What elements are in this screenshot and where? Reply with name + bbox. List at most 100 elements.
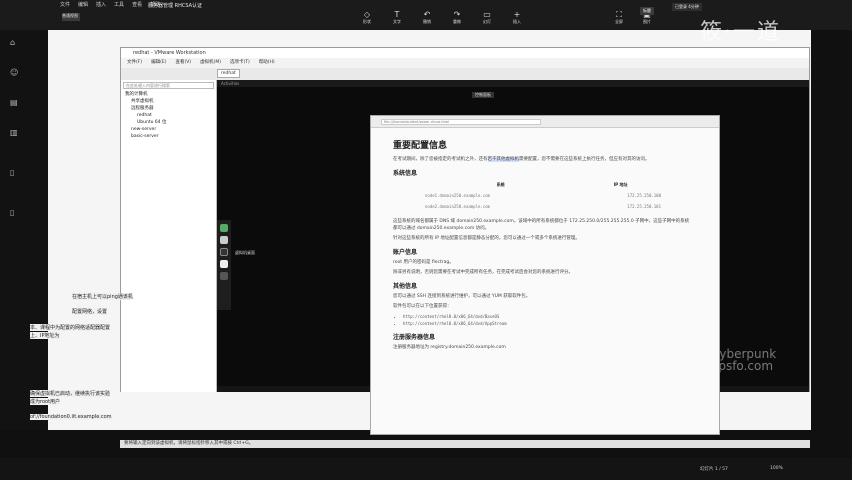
view-mode-tab[interactable]: 普通视图 [62, 13, 80, 21]
add-icon: + [513, 10, 521, 19]
login-badge: 已登录 4分钟 [672, 3, 702, 11]
people-icon[interactable]: ☺ [10, 68, 22, 78]
vmware-title: redhat - VMware Workstation [121, 48, 809, 58]
vm-menu-tabs[interactable]: 选项卡(T) [230, 58, 250, 68]
dns-paragraph: 这些系统的域名都属于 DNS 域 domain250.example.com，该… [393, 219, 690, 231]
guest-dock [217, 220, 231, 310]
note-line: 成为root用户 [30, 398, 61, 405]
browser-icon[interactable] [220, 224, 228, 232]
menu-insert[interactable]: 插入 [96, 1, 106, 8]
document-content: 重要配置信息 在考试期间，除了您被指定的考试机之外，还有若干其他虚拟机需要配置，… [393, 138, 693, 354]
vm-menu-help[interactable]: 帮助(H) [259, 58, 275, 68]
doc-title: 重要配置信息 [393, 141, 448, 151]
terminal-icon[interactable] [220, 248, 228, 256]
vm-menu-file[interactable]: 文件(F) [127, 58, 142, 68]
vmware-status-bar: 要将输入定向到该虚拟机，请将鼠标指针移入其中或按 Ctrl+G。 [120, 440, 810, 448]
other-paragraph: 您可以通过 SSH 连接到系统进行维护，可以通过 YUM 获取软件包。 [393, 294, 531, 299]
col-ip: IP 地址 [613, 182, 628, 187]
file-icon[interactable]: ▯ [10, 168, 22, 178]
col-system: 系统 [496, 182, 505, 187]
cell-ip: 172.25.250.100 [627, 193, 661, 198]
vm-menu-view[interactable]: 查看(V) [175, 58, 191, 68]
undo-button[interactable]: ↶ 撤销 [420, 10, 434, 25]
host-title: 服务器管理 RHCSA认证 [148, 3, 203, 9]
text-icon: T [394, 10, 400, 19]
guest-center-label: 控制面板 [472, 92, 494, 98]
note-line: 配置网络，设置 [72, 308, 108, 315]
heading-account: 账户信息 [393, 249, 418, 256]
table-row: node1.domain250.example.com 172.25.250.1… [423, 190, 663, 201]
home-icon[interactable]: ⌂ [10, 38, 22, 48]
library-item[interactable]: 我的计算机 [121, 91, 216, 98]
note-line: 上、IP地址为 [30, 332, 60, 339]
tab-redhat[interactable]: redhat [217, 69, 240, 78]
text-button[interactable]: T 文字 [390, 10, 404, 25]
file-icon-2[interactable]: ▯ [10, 208, 22, 218]
table-row: node2.domain250.example.com 172.25.250.1… [423, 201, 663, 212]
intro-paragraph: 在考试期间，除了您被指定的考试机之外，还有若干其他虚拟机需要配置，您不需要在这些… [393, 157, 650, 162]
host-menu-bar: 文件 编辑 插入 工具 查看 帮助 [60, 1, 160, 8]
redo-icon: ↷ [453, 10, 461, 19]
host-sidebar: ⌂ ☺ ▤ ▥ ▯ ▯ [0, 30, 48, 430]
library-item[interactable]: 远程服务器 [121, 105, 216, 112]
heading-system: 系统信息 [393, 170, 418, 177]
library-search-input[interactable]: 在此处键入内容进行搜索 [123, 82, 214, 89]
library-item[interactable]: 共享虚拟机 [121, 98, 216, 105]
folder-icon[interactable]: ▥ [10, 128, 22, 138]
zoom-level[interactable]: 100% [770, 466, 783, 471]
note-line: of://foundation0.ilt.example.com [30, 414, 112, 420]
menu-tools[interactable]: 工具 [114, 1, 124, 8]
ghost-overlay-text: Cyberpunk opsfo.com [711, 347, 777, 373]
host-status-bar: 幻灯片 1 / 57 100% [0, 458, 852, 480]
vm-menu-edit[interactable]: 编辑(E) [151, 58, 166, 68]
repo-list: http://content/rhel8.0/x86_64/dvd/BaseOS… [393, 313, 693, 327]
library-item[interactable]: basic-server [121, 133, 216, 140]
menu-file[interactable]: 文件 [60, 1, 70, 8]
browser-toolbar: file:///home/student/exam-rhcsa.html [371, 116, 719, 128]
add-button[interactable]: + 插入 [510, 10, 524, 25]
account-paragraph: 除非另有说明，否则您需要在考试中完成所有任务，在完成考试后会对您的系统进行评分。 [393, 270, 573, 275]
fullscreen-icon: ⛶ [616, 10, 622, 19]
dock-label: 虚拟机桌面 [235, 250, 255, 255]
note-line: 确保虚拟机已启动，继续执行该实验 [30, 390, 111, 397]
shape-icon: ◇ [363, 10, 371, 19]
note-line: 在宿主机上可以ping通该机 [72, 293, 133, 300]
network-paragraph: 针对这些系统的所有 IP 地址配置信息都是静态分配的，您可以通过一个或多个系统进… [393, 236, 580, 241]
slide-icon: ▭ [483, 10, 491, 19]
registry-paragraph: 注册服务器地址为 registry.domain250.example.com [393, 345, 506, 350]
url-input[interactable]: file:///home/student/exam-rhcsa.html [381, 119, 541, 125]
title-chip: 标题 [640, 7, 654, 15]
system-table: 系统 IP 地址 node1.domain250.example.com 172… [423, 180, 663, 212]
heading-registry: 注册服务器信息 [393, 334, 436, 341]
document-icon[interactable]: ▤ [10, 98, 22, 108]
root-password-paragraph: root 用户的密码是 flectrag。 [393, 260, 454, 265]
screen: 文件 编辑 插入 工具 查看 帮助 服务器管理 RHCSA认证 普通视图 ◇ 形状… [0, 0, 852, 480]
cell-host: node2.domain250.example.com [425, 204, 491, 209]
files-icon[interactable] [220, 236, 228, 244]
list-item: http://content/rhel8.0/x86_64/dvd/BaseOS [403, 313, 693, 320]
cell-host: node1.domain250.example.com [425, 193, 491, 198]
menu-view[interactable]: 查看 [132, 1, 142, 8]
vm-menu-vm[interactable]: 虚拟机(M) [200, 58, 221, 68]
vm-library: 在此处键入内容进行搜索 我的计算机 共享虚拟机 远程服务器 redhat Ubu… [121, 80, 217, 392]
help-icon[interactable] [220, 260, 228, 268]
vm-tabs: redhat [217, 69, 240, 78]
menu-edit[interactable]: 编辑 [78, 1, 88, 8]
table-header-row: 系统 IP 地址 [423, 180, 663, 190]
browser-window: file:///home/student/exam-rhcsa.html 重要配… [370, 115, 720, 435]
apps-grid-icon[interactable] [220, 272, 228, 280]
library-item[interactable]: new-server [121, 126, 216, 133]
library-item[interactable]: Ubuntu 64 位 [121, 119, 216, 126]
note-line: 本、课程中为配置的网络适配器配置 [30, 324, 111, 331]
library-item-redhat[interactable]: redhat [121, 112, 216, 119]
host-tools: ◇ 形状 T 文字 ↶ 撤销 ↷ 重做 ▭ 幻灯 + 插入 [360, 10, 524, 25]
fullscreen-button[interactable]: ⛶ 全屏 [612, 10, 626, 25]
vmware-menu: 文件(F) 编辑(E) 查看(V) 虚拟机(M) 选项卡(T) 帮助(H) [121, 58, 809, 68]
shape-button[interactable]: ◇ 形状 [360, 10, 374, 25]
heading-other: 其他信息 [393, 283, 418, 290]
guest-top-bar[interactable]: Activities [217, 80, 809, 87]
repo-paragraph: 软件包可以在以下位置获得： [393, 304, 452, 309]
slide-button[interactable]: ▭ 幻灯 [480, 10, 494, 25]
redo-button[interactable]: ↷ 重做 [450, 10, 464, 25]
page-indicator: 幻灯片 1 / 57 [700, 467, 728, 472]
